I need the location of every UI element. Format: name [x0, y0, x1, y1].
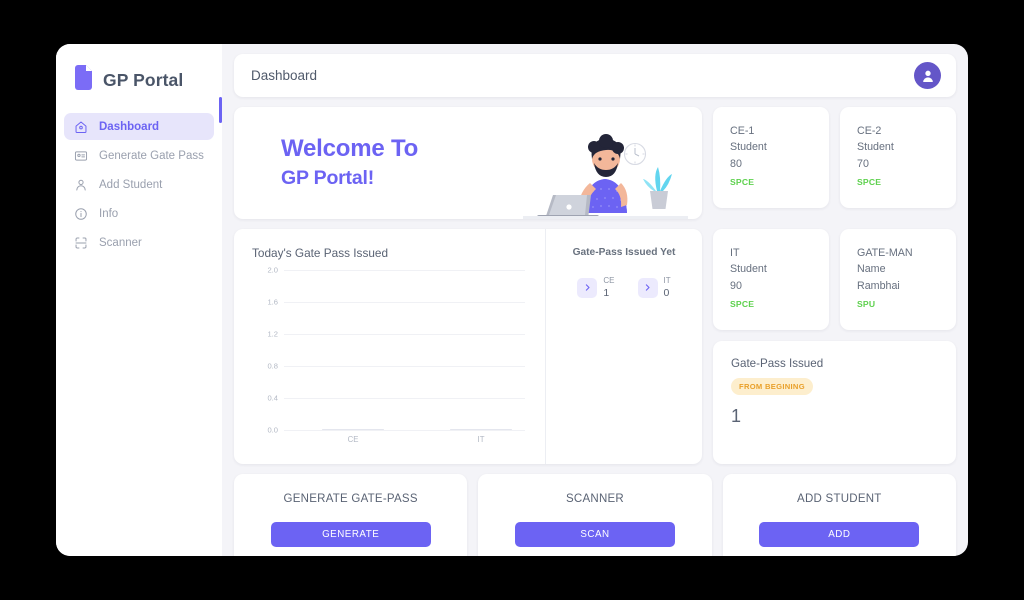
stat-subtitle: Student — [857, 141, 894, 154]
chevron-right-icon — [577, 277, 598, 298]
stat-value: Rambhai — [857, 279, 900, 292]
stat-cards-column-2: IT Student 90 SPCE GATE-MAN Name Rambhai… — [713, 229, 956, 464]
generate-button[interactable]: GENERATE — [270, 522, 431, 547]
stat-grid-bottom: IT Student 90 SPCE GATE-MAN Name Rambhai… — [713, 229, 956, 330]
topbar: Dashboard — [234, 54, 956, 97]
sidebar-item-dashboard[interactable]: Dashboard — [64, 113, 214, 140]
app-window: GP Portal Dashboard Generate Gate Pass A… — [56, 44, 968, 556]
file-document-icon — [73, 65, 94, 95]
status-badge: FROM BEGINING — [731, 378, 813, 395]
stat-card: CE-2 Student 70 SPCE — [840, 107, 956, 208]
action-title: GENERATE GATE-PASS — [283, 493, 418, 505]
y-tick: 1.2 — [267, 329, 278, 339]
issued-yet-items: CE 1 IT 0 — [546, 275, 702, 301]
stat-value: 90 — [730, 279, 742, 292]
chart-pane: Today's Gate Pass Issued 2.0 1.6 1.2 0.8… — [234, 229, 545, 464]
issued-item-it[interactable]: IT 0 — [637, 275, 671, 301]
action-row: GENERATE GATE-PASS GENERATE SCANNER SCAN… — [234, 474, 956, 556]
sidebar-item-label: Generate Gate Pass — [99, 149, 204, 162]
stat-value: 70 — [857, 157, 869, 170]
home-icon — [75, 121, 87, 133]
hero-row: Welcome To GP Portal! CE-1 Student 80 SP… — [234, 107, 956, 219]
welcome-line-1: Welcome To — [281, 134, 419, 162]
issued-item-label: IT — [663, 276, 671, 285]
gate-pass-issued-total-card: Gate-Pass Issued FROM BEGINING 1 — [713, 341, 956, 464]
user-icon — [76, 179, 86, 190]
scan-button[interactable]: SCAN — [514, 522, 675, 547]
stat-card: GATE-MAN Name Rambhai SPU — [840, 229, 956, 330]
y-tick: 1.6 — [267, 297, 278, 307]
issued-item-label: CE — [603, 276, 615, 285]
stat-grid-top: CE-1 Student 80 SPCE CE-2 Student 70 SPC… — [713, 107, 956, 208]
scan-frame-icon — [75, 237, 87, 248]
welcome-banner: Welcome To GP Portal! — [234, 107, 702, 219]
stat-title: CE-1 — [730, 125, 755, 137]
active-item-accent-bar — [218, 97, 222, 123]
sidebar-item-add-student[interactable]: Add Student — [64, 171, 214, 198]
todays-gate-pass-chart-card: Today's Gate Pass Issued 2.0 1.6 1.2 0.8… — [234, 229, 702, 464]
add-button[interactable]: ADD — [759, 522, 920, 547]
action-title: ADD STUDENT — [797, 493, 882, 505]
x-tick: CE — [347, 435, 359, 444]
stat-card: IT Student 90 SPCE — [713, 229, 829, 330]
y-tick: 0.0 — [267, 425, 278, 435]
issued-item-value: 1 — [603, 287, 610, 300]
stat-subtitle: Student — [730, 263, 767, 276]
stat-tag: SPU — [857, 298, 876, 309]
bar-it — [450, 428, 512, 430]
stat-title: IT — [730, 247, 740, 259]
stat-tag: SPCE — [730, 298, 755, 309]
issued-total-title: Gate-Pass Issued — [731, 357, 824, 370]
chart-title: Today's Gate Pass Issued — [252, 246, 389, 260]
sidebar-item-label: Add Student — [99, 178, 163, 191]
stat-tag: SPCE — [857, 176, 882, 187]
action-card-generate-gate-pass: GENERATE GATE-PASS GENERATE — [234, 474, 468, 556]
brand-name: GP Portal — [103, 69, 184, 90]
sidebar-item-generate-gate-pass[interactable]: Generate Gate Pass — [64, 142, 214, 169]
avatar[interactable] — [914, 62, 941, 89]
issued-total-value: 1 — [731, 406, 742, 426]
info-circle-icon — [75, 207, 87, 220]
bar-ce — [322, 428, 384, 430]
action-card-scanner: SCANNER SCAN — [478, 474, 712, 556]
y-tick: 0.8 — [267, 361, 278, 371]
y-tick: 2.0 — [267, 265, 278, 275]
welcome-line-2: GP Portal! — [281, 167, 374, 190]
user-avatar-icon — [922, 70, 933, 82]
stat-card: CE-1 Student 80 SPCE — [713, 107, 829, 208]
brand-logo[interactable]: GP Portal — [56, 56, 222, 113]
sidebar-item-label: Scanner — [99, 236, 142, 249]
stat-subtitle: Name — [857, 263, 886, 276]
bar-chart-plot: 2.0 1.6 1.2 0.8 0.4 0.0 CE IT — [252, 266, 545, 444]
middle-row: Today's Gate Pass Issued 2.0 1.6 1.2 0.8… — [234, 229, 956, 464]
stat-value: 80 — [730, 157, 742, 170]
issued-yet-title: Gate-Pass Issued Yet — [572, 247, 676, 258]
stat-subtitle: Student — [730, 141, 767, 154]
issued-item-ce[interactable]: CE 1 — [577, 275, 615, 301]
stat-cards-column: CE-1 Student 80 SPCE CE-2 Student 70 SPC… — [713, 107, 956, 219]
chevron-right-icon — [637, 277, 658, 298]
stat-title: GATE-MAN — [857, 247, 913, 259]
welcome-text: Welcome To GP Portal! — [234, 134, 418, 193]
sidebar-item-info[interactable]: Info — [64, 200, 214, 227]
stat-title: CE-2 — [857, 125, 882, 137]
sidebar: GP Portal Dashboard Generate Gate Pass A… — [56, 44, 222, 556]
sidebar-item-scanner[interactable]: Scanner — [64, 229, 214, 256]
x-tick: IT — [477, 435, 485, 444]
page-title: Dashboard — [251, 68, 318, 83]
main-content: Dashboard Welcome To GP Portal! CE-1 Stu… — [222, 44, 968, 556]
action-title: SCANNER — [566, 493, 624, 505]
gate-pass-issued-yet-pane: Gate-Pass Issued Yet CE 1 IT 0 — [545, 229, 702, 464]
issued-item-value: 0 — [663, 287, 670, 300]
id-card-icon — [74, 150, 88, 161]
man-with-laptop-illustration — [523, 134, 688, 219]
sidebar-nav: Dashboard Generate Gate Pass Add Student — [56, 113, 222, 256]
action-card-add-student: ADD STUDENT ADD — [722, 474, 956, 556]
sidebar-item-label: Dashboard — [99, 120, 160, 133]
stat-tag: SPCE — [730, 176, 755, 187]
y-tick: 0.4 — [267, 393, 278, 403]
sidebar-item-label: Info — [99, 207, 119, 220]
